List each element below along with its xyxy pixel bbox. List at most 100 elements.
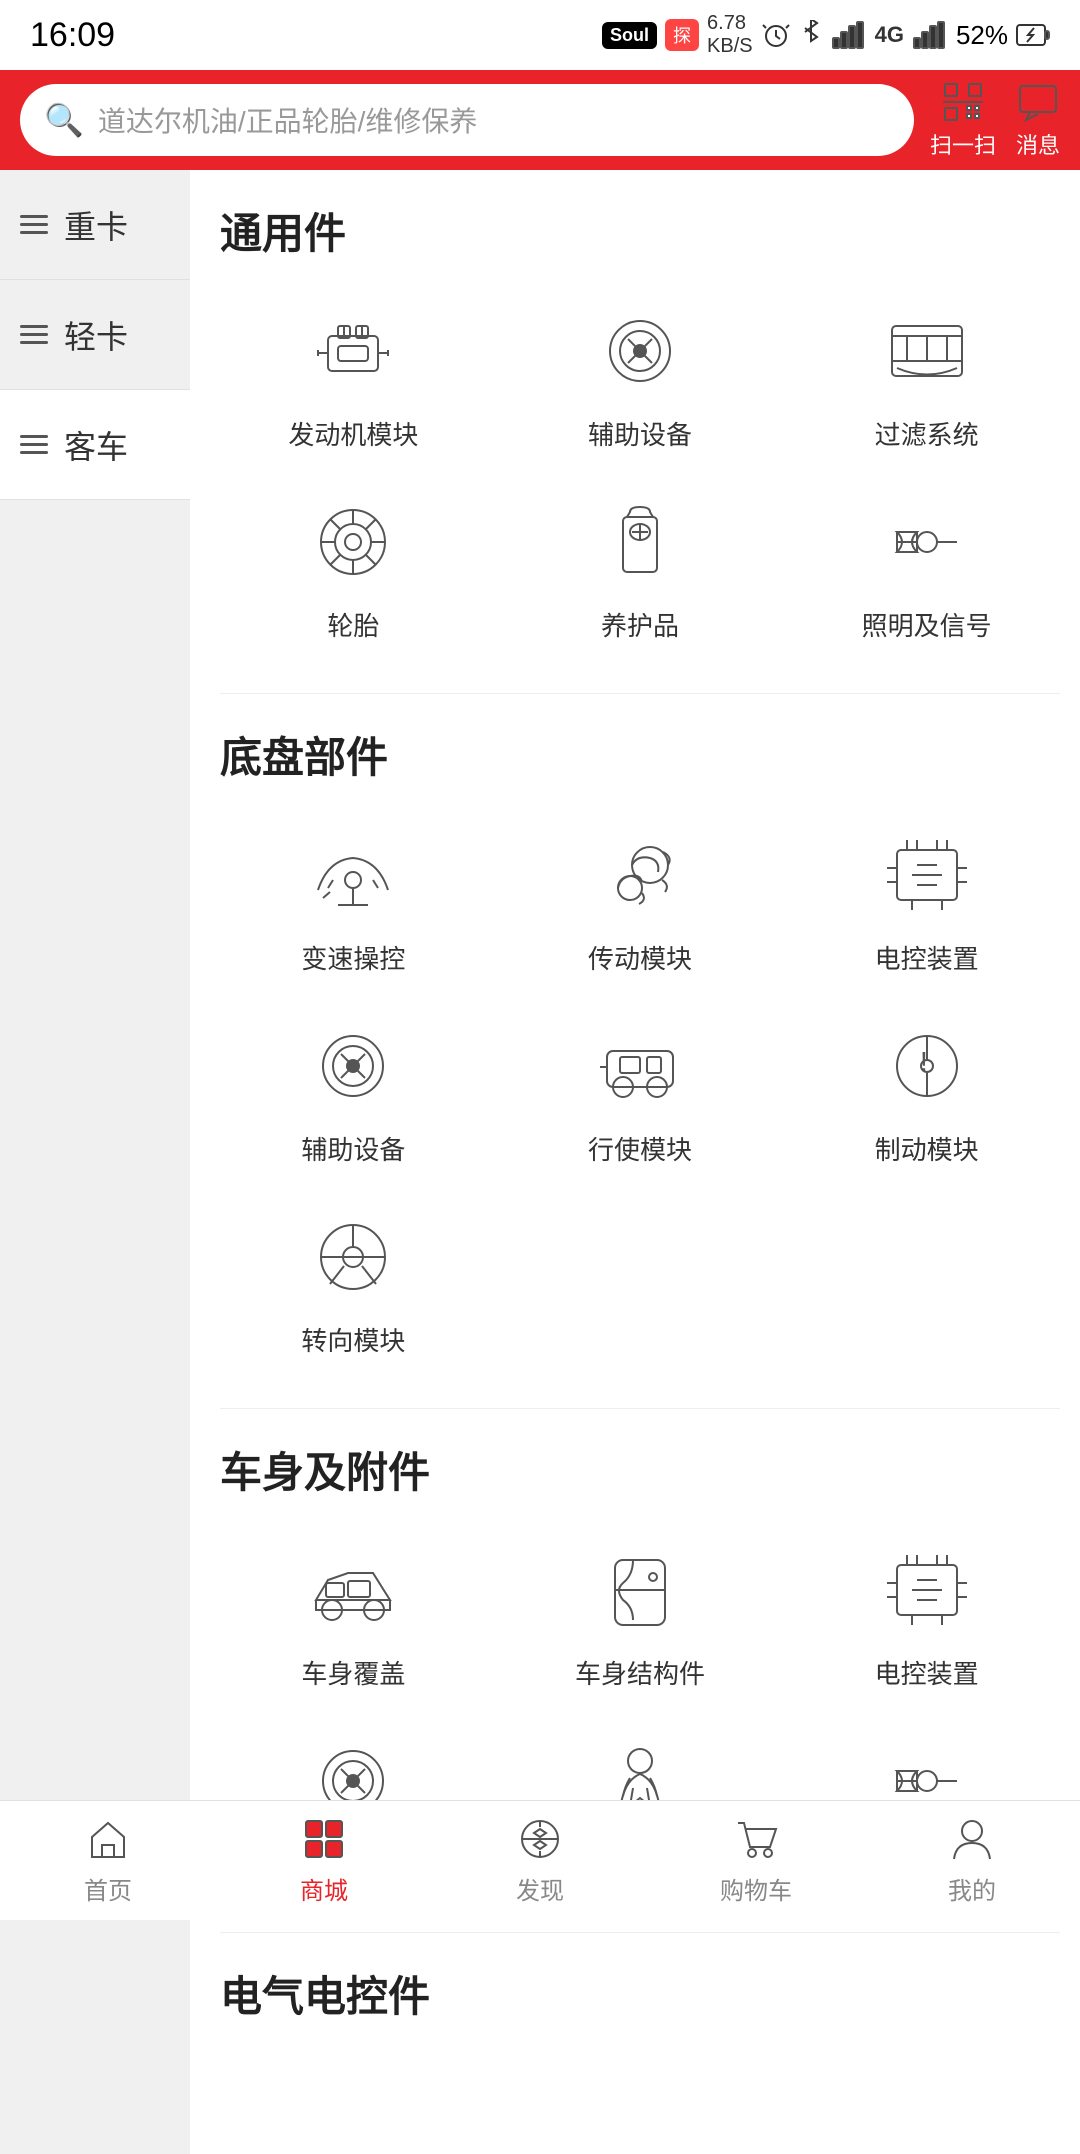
- grid-general: 发动机模块 辅助设备: [220, 291, 1060, 653]
- tire-icon: [303, 492, 403, 592]
- nav-item-mine[interactable]: 我的: [897, 1815, 1047, 1906]
- sidebar-label-bus: 客车: [64, 422, 128, 468]
- bottom-nav: 首页 商城 发现 购物车 我的: [0, 1800, 1080, 1920]
- maintenance-label: 养护品: [601, 606, 679, 643]
- item-body-structure[interactable]: 车身结构件: [507, 1530, 774, 1701]
- section-title-body: 车身及附件: [220, 1439, 1060, 1500]
- nav-item-shop[interactable]: 商城: [249, 1815, 399, 1906]
- alarm-icon: [761, 20, 791, 50]
- gearbox-control-icon: [303, 825, 403, 925]
- item-engine-module[interactable]: 发动机模块: [220, 291, 487, 462]
- item-driving-module[interactable]: 行使模块: [507, 1006, 774, 1177]
- soul-app-icon: Soul: [602, 22, 657, 49]
- transmission-module-icon: [590, 825, 690, 925]
- network-info: 6.78KB/S: [707, 12, 753, 58]
- item-body-cover[interactable]: 车身覆盖: [220, 1530, 487, 1701]
- sidebar-item-heavy-truck[interactable]: 重卡: [0, 170, 190, 280]
- search-placeholder: 道达尔机油/正品轮胎/维修保养: [98, 100, 478, 140]
- electronic-control-icon: [877, 825, 977, 925]
- item-aux-equipment2[interactable]: 辅助设备: [220, 1006, 487, 1177]
- nav-label-cart: 购物车: [720, 1871, 792, 1906]
- item-electronic-control[interactable]: 电控装置: [793, 815, 1060, 986]
- scan-button[interactable]: 扫一扫: [930, 80, 996, 160]
- message-label: 消息: [1016, 128, 1060, 160]
- gearbox-control-label: 变速操控: [301, 939, 405, 976]
- nav-item-cart[interactable]: 购物车: [681, 1815, 831, 1906]
- item-tire[interactable]: 轮胎: [220, 482, 487, 653]
- item-auxiliary-equipment[interactable]: 辅助设备: [507, 291, 774, 462]
- sidebar-item-bus[interactable]: 客车: [0, 390, 190, 500]
- cart-icon: [732, 1815, 780, 1863]
- auxiliary-equipment-icon: [590, 301, 690, 401]
- brake-module-label: 制动模块: [875, 1130, 979, 1167]
- section-title-general: 通用件: [220, 200, 1060, 261]
- grid-chassis: 变速操控 传动模块: [220, 815, 1060, 1368]
- item-gearbox-control[interactable]: 变速操控: [220, 815, 487, 986]
- discover-icon: [516, 1815, 564, 1863]
- signal-icon: [831, 20, 867, 50]
- search-icon: 🔍: [44, 101, 84, 139]
- search-bar: 🔍 道达尔机油/正品轮胎/维修保养 扫一扫 消息: [0, 70, 1080, 170]
- sidebar-label-light-truck: 轻卡: [64, 312, 128, 358]
- nav-item-discover[interactable]: 发现: [465, 1815, 615, 1906]
- maintenance-icon: [590, 492, 690, 592]
- driving-module-icon: [590, 1016, 690, 1116]
- search-actions: 扫一扫 消息: [930, 80, 1060, 160]
- item-lighting-signal[interactable]: 照明及信号: [793, 482, 1060, 653]
- electronic-control2-label: 电控装置: [875, 1654, 979, 1691]
- divider-2: [220, 1408, 1060, 1409]
- shop-icon: [300, 1815, 348, 1863]
- aux-equipment2-label: 辅助设备: [301, 1130, 405, 1167]
- tire-label: 轮胎: [327, 606, 379, 643]
- body-cover-label: 车身覆盖: [301, 1654, 405, 1691]
- message-icon: [1016, 80, 1060, 124]
- section-title-chassis: 底盘部件: [220, 724, 1060, 785]
- item-filter-system[interactable]: 过滤系统: [793, 291, 1060, 462]
- sidebar-label-heavy-truck: 重卡: [64, 202, 128, 248]
- battery-percentage: 52%: [956, 20, 1008, 51]
- lighting-signal-icon: [877, 492, 977, 592]
- section-title-electric: 电气电控件: [220, 1963, 1060, 2024]
- engine-module-icon: [303, 301, 403, 401]
- nav-label-home: 首页: [84, 1871, 132, 1906]
- message-button[interactable]: 消息: [1016, 80, 1060, 160]
- home-icon: [84, 1815, 132, 1863]
- nav-label-discover: 发现: [516, 1871, 564, 1906]
- status-bar: 16:09 Soul 探 6.78KB/S 4G 52%: [0, 0, 1080, 70]
- item-steering-module[interactable]: 转向模块: [220, 1197, 487, 1368]
- lighting-signal-label: 照明及信号: [862, 606, 992, 643]
- mine-icon: [948, 1815, 996, 1863]
- body-structure-label: 车身结构件: [575, 1654, 705, 1691]
- svg-text:!: !: [920, 1046, 928, 1077]
- nav-label-shop: 商城: [300, 1871, 348, 1906]
- menu-icon3: [20, 435, 48, 454]
- item-transmission-module[interactable]: 传动模块: [507, 815, 774, 986]
- item-electronic-control2[interactable]: 电控装置: [793, 1530, 1060, 1701]
- electronic-control-label: 电控装置: [875, 939, 979, 976]
- bluetooth-icon: [799, 20, 823, 50]
- item-maintenance[interactable]: 养护品: [507, 482, 774, 653]
- item-brake-module[interactable]: ! 制动模块: [793, 1006, 1060, 1177]
- divider-1: [220, 693, 1060, 694]
- status-time: 16:09: [30, 16, 115, 55]
- driving-module-label: 行使模块: [588, 1130, 692, 1167]
- nav-label-mine: 我的: [948, 1871, 996, 1906]
- menu-icon2: [20, 325, 48, 344]
- battery-icon: [1016, 24, 1050, 46]
- aux-equipment2-icon: [303, 1016, 403, 1116]
- scan-icon: [941, 80, 985, 124]
- engine-module-label: 发动机模块: [288, 415, 418, 452]
- signal-icon2: [912, 20, 948, 50]
- steering-module-label: 转向模块: [301, 1321, 405, 1358]
- steering-module-icon: [303, 1207, 403, 1307]
- nav-item-home[interactable]: 首页: [33, 1815, 183, 1906]
- sidebar-item-light-truck[interactable]: 轻卡: [0, 280, 190, 390]
- body-structure-icon: [590, 1540, 690, 1640]
- auxiliary-equipment-label: 辅助设备: [588, 415, 692, 452]
- brake-module-icon: !: [877, 1016, 977, 1116]
- transmission-module-label: 传动模块: [588, 939, 692, 976]
- search-input-wrapper[interactable]: 🔍 道达尔机油/正品轮胎/维修保养: [20, 84, 914, 156]
- menu-icon: [20, 215, 48, 234]
- scan-label: 扫一扫: [930, 128, 996, 160]
- status-icons: Soul 探 6.78KB/S 4G 52%: [602, 12, 1050, 58]
